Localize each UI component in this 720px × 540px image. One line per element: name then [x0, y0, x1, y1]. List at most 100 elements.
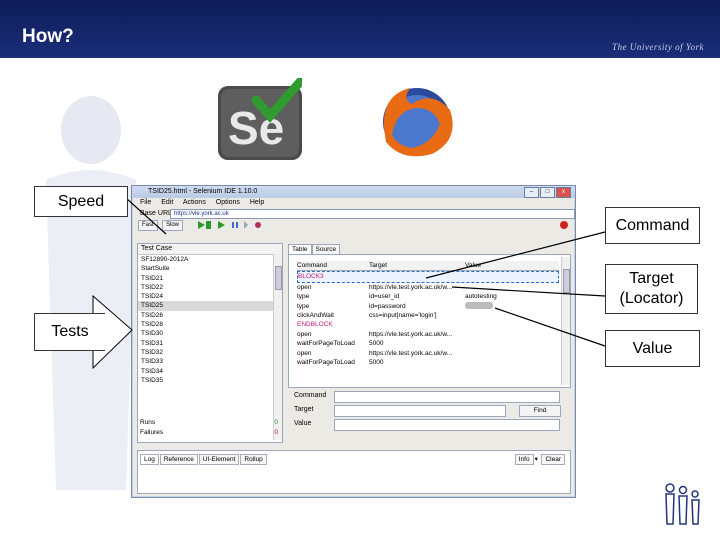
command-row[interactable]: waitForPageToLoad 5000	[297, 339, 559, 348]
cell-command: ENDBLOCK	[297, 321, 333, 329]
clear-button[interactable]: Clear	[541, 454, 565, 465]
record-icon[interactable]	[559, 220, 569, 230]
test-case-item[interactable]: TSID31	[138, 339, 282, 348]
command-row[interactable]: open https://vle.test.york.ac.uk/w...	[297, 349, 559, 358]
menu-file[interactable]: File	[140, 199, 151, 206]
speed-callout: Speed	[34, 186, 128, 217]
test-case-panel: Test Case SF12890-2012A StartSuite TSID21 T…	[137, 243, 283, 443]
cell-value: autotesting	[465, 293, 497, 301]
failures-value: 0	[274, 429, 278, 436]
command-table-panel: Command Target Value BLOCK3 open https://v…	[288, 254, 571, 388]
firefox-logo-icon	[383, 88, 453, 157]
value-field-label: Value	[294, 420, 312, 427]
target-callout: Target (Locator)	[605, 264, 698, 314]
speed-slow[interactable]: Slow	[162, 220, 184, 231]
tab-source[interactable]: Source	[311, 244, 341, 254]
maximize-button[interactable]: □	[540, 187, 555, 198]
base-url-label: Base URL	[140, 210, 172, 217]
cell-value	[465, 349, 559, 358]
test-case-item[interactable]: TSID34	[138, 367, 282, 376]
slide-title: How?	[22, 26, 74, 47]
close-button[interactable]: x	[556, 187, 571, 198]
command-row[interactable]: BLOCK3	[297, 271, 559, 283]
test-case-item[interactable]: TSID30	[138, 329, 282, 338]
test-case-scrollbar[interactable]	[273, 254, 282, 440]
test-case-item[interactable]: TSID32	[138, 348, 282, 357]
test-case-item[interactable]: TSID35	[138, 376, 282, 385]
command-row[interactable]: type id=user_id autotesting	[297, 292, 559, 301]
menu-edit[interactable]: Edit	[161, 199, 173, 206]
command-row[interactable]: waitForPageToLoad 5000	[297, 358, 559, 367]
slide-header: How? The University of York	[0, 0, 720, 58]
cell-target	[369, 272, 464, 281]
test-case-item[interactable]: TSID25	[138, 301, 282, 311]
selenium-ide-window: TSID25.html - Selenium IDE 1.10.0 – □ x …	[131, 185, 576, 498]
command-callout: Command	[605, 207, 700, 244]
cell-target: 5000	[369, 340, 384, 348]
test-case-item[interactable]: TSID22	[138, 283, 282, 292]
runs-value: 0	[274, 419, 278, 426]
playback-icons[interactable]	[196, 220, 286, 230]
cell-command: open	[297, 349, 312, 357]
menu-options[interactable]: Options	[216, 199, 240, 206]
cell-value	[465, 272, 558, 281]
command-scrollbar[interactable]	[561, 257, 570, 385]
cell-value	[465, 320, 559, 329]
command-row[interactable]: type id=password	[297, 302, 559, 311]
test-case-item[interactable]: SF12890-2012A	[138, 255, 282, 264]
base-url-bar: Base URL https://vle.york.ac.uk	[132, 208, 575, 219]
cell-command: open	[297, 330, 312, 338]
command-table-header: Command Target Value	[297, 261, 559, 272]
tab-rollup[interactable]: Rollup	[240, 454, 267, 465]
find-button[interactable]: Find	[519, 405, 561, 417]
cell-value	[465, 283, 559, 292]
test-case-item[interactable]: StartSuite	[138, 264, 282, 273]
cell-command: BLOCK3	[298, 273, 324, 281]
cell-target: https://vle.test.york.ac.uk/w...	[369, 349, 453, 357]
cell-value	[465, 311, 559, 320]
tests-callout: Tests	[34, 313, 105, 351]
cell-command: waitForPageToLoad	[297, 358, 355, 366]
minimize-button[interactable]: –	[524, 187, 539, 198]
menu-bar: File Edit Actions Options Help	[132, 198, 575, 208]
menu-actions[interactable]: Actions	[183, 199, 206, 206]
cell-value	[465, 302, 559, 311]
command-field[interactable]	[334, 391, 560, 403]
test-case-item[interactable]: TSID28	[138, 320, 282, 329]
value-field[interactable]	[334, 419, 560, 431]
cell-command: type	[297, 293, 310, 301]
speed-fast[interactable]: Fast	[138, 220, 158, 231]
command-row[interactable]: open https://vle.test.york.ac.uk/w...	[297, 283, 559, 292]
target-field-label: Target	[294, 406, 314, 413]
toolbar: Fast Slow	[132, 219, 575, 231]
selenium-logo-icon: Se	[218, 78, 302, 160]
test-case-item[interactable]: TSID21	[138, 274, 282, 283]
command-form: Command Target Find Value	[294, 390, 561, 432]
tab-ui-element[interactable]: UI-Element	[198, 454, 240, 465]
info-dropdown[interactable]: Info	[514, 454, 534, 465]
command-field-label: Command	[294, 392, 327, 399]
target-field[interactable]	[334, 405, 506, 417]
test-case-item[interactable]: TSID26	[138, 311, 282, 320]
editor-tabs: Table Source	[288, 244, 341, 254]
tab-table[interactable]: Table	[288, 244, 312, 254]
tab-reference[interactable]: Reference	[159, 454, 198, 465]
failures-label: Failures	[140, 429, 164, 436]
window-title: TSID25.html - Selenium IDE 1.10.0	[148, 188, 258, 195]
column-command: Command	[297, 262, 327, 269]
command-table: Command Target Value BLOCK3 open https://v…	[297, 261, 559, 367]
menu-help[interactable]: Help	[250, 199, 264, 206]
runs-label: Runs	[140, 419, 156, 426]
test-case-item[interactable]: TSID24	[138, 292, 282, 301]
command-row[interactable]: clickAndWait css=input[name='login']	[297, 311, 559, 320]
command-row[interactable]: open https://vle.test.york.ac.uk/w...	[297, 330, 559, 339]
cell-target: https://vle.test.york.ac.uk/w...	[369, 330, 453, 338]
tab-log[interactable]: Log	[140, 454, 159, 465]
column-value: Value	[465, 262, 482, 269]
base-url-input[interactable]: https://vle.york.ac.uk	[170, 209, 575, 219]
test-case-item[interactable]: TSID33	[138, 357, 282, 366]
cell-value	[465, 339, 559, 348]
york-figures-logo-icon	[665, 483, 700, 525]
test-case-header: Test Case	[138, 244, 282, 255]
command-row[interactable]: ENDBLOCK	[297, 320, 559, 329]
